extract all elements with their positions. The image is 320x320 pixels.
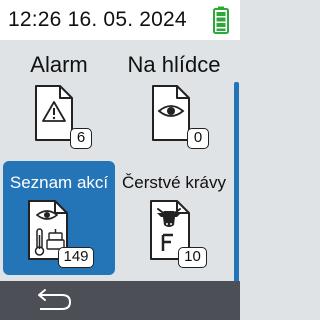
tile-label: Alarm — [30, 52, 88, 77]
tile-seznam-akci[interactable]: Seznam akcí 149 — [3, 161, 115, 275]
status-bar: 12:26 16. 05. 2024 — [0, 0, 240, 40]
tile-label: Na hlídce — [127, 52, 221, 77]
tile-label: Čerstvé krávy — [122, 173, 226, 192]
tile-alarm[interactable]: Alarm 6 — [3, 44, 115, 158]
badge-count: 0 — [187, 128, 209, 149]
badge-count: 149 — [58, 247, 94, 268]
menu-grid: Alarm 6 Na hlídce 0 Seznam akcí 149 Čers… — [0, 40, 240, 314]
scrollbar[interactable] — [234, 82, 239, 314]
back-arrow-icon — [38, 289, 72, 310]
badge-count: 6 — [70, 128, 92, 149]
tile-na-hlidce[interactable]: Na hlídce 0 — [118, 44, 230, 158]
battery-full-icon — [213, 6, 229, 34]
badge-count: 10 — [178, 247, 207, 268]
bottom-bar — [0, 281, 240, 320]
status-datetime: 12:26 16. 05. 2024 — [8, 8, 187, 32]
back-button[interactable] — [28, 287, 78, 315]
tile-cerstve-kravy[interactable]: Čerstvé krávy 10 — [118, 161, 230, 275]
status-date: 16. 05. 2024 — [67, 8, 187, 31]
status-time: 12:26 — [8, 8, 62, 31]
tile-label: Seznam akcí — [9, 173, 109, 192]
